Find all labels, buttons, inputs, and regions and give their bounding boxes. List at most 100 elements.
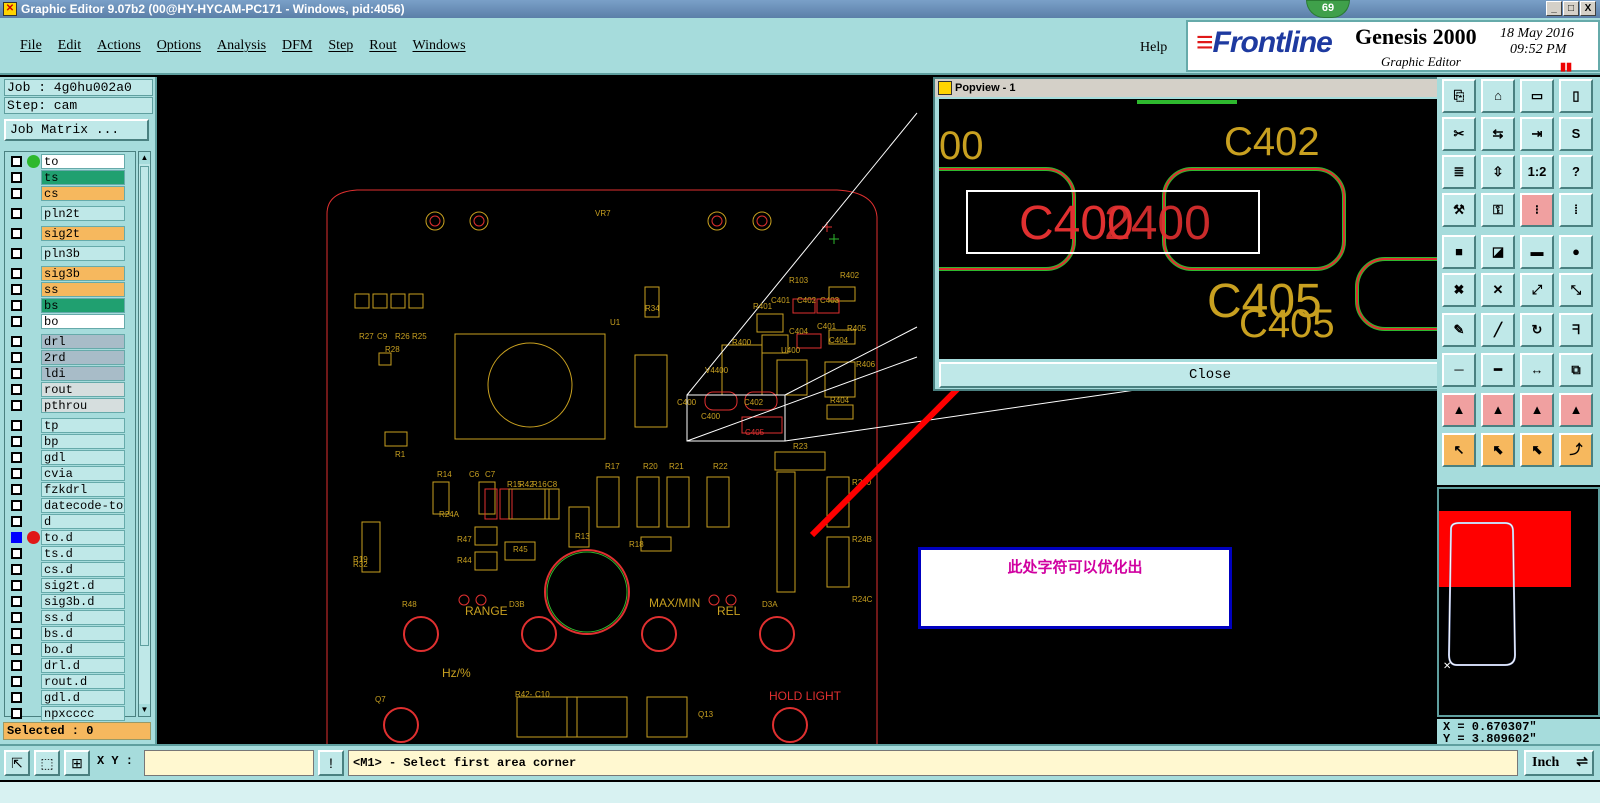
layer-name[interactable]: drl.d bbox=[41, 658, 125, 673]
layer-checkbox[interactable] bbox=[11, 692, 22, 703]
tool-tri2-icon[interactable]: ▲ bbox=[1481, 393, 1515, 427]
tool-measure-icon[interactable]: ⤢ bbox=[1520, 273, 1554, 307]
layer-checkbox[interactable] bbox=[11, 188, 22, 199]
layer-row[interactable]: ts.d bbox=[7, 546, 135, 561]
layer-name[interactable]: pln3b bbox=[41, 246, 125, 261]
tool-edit-icon[interactable]: ✎ bbox=[1442, 313, 1476, 347]
layer-checkbox[interactable] bbox=[11, 708, 22, 719]
layer-checkbox[interactable] bbox=[11, 548, 22, 559]
layer-row[interactable]: fzkdrl bbox=[7, 482, 135, 497]
tool-split-icon[interactable]: ⇳ bbox=[1481, 155, 1515, 189]
overview-map[interactable]: ✕ bbox=[1437, 487, 1600, 717]
menu-dfm[interactable]: DFM bbox=[274, 32, 320, 60]
tool-line-icon[interactable]: ─ bbox=[1442, 353, 1476, 387]
layer-name[interactable]: ts bbox=[41, 170, 125, 185]
layer-name[interactable]: npxcccc bbox=[41, 706, 125, 721]
layer-name[interactable]: fzkdrl bbox=[41, 482, 125, 497]
tool-scale-icon[interactable]: 1:2 bbox=[1520, 155, 1554, 189]
minimize-button[interactable]: _ bbox=[1546, 1, 1562, 16]
maximize-button[interactable]: □ bbox=[1563, 1, 1579, 16]
grid-icon[interactable]: ⊞ bbox=[64, 750, 90, 776]
tool-layers-icon[interactable]: ≣ bbox=[1442, 155, 1476, 189]
layer-row[interactable]: to bbox=[7, 154, 135, 169]
layer-name[interactable]: sig2t.d bbox=[41, 578, 125, 593]
alert-icon[interactable]: ! bbox=[318, 750, 344, 776]
tool-cut-icon[interactable]: ✂ bbox=[1442, 117, 1476, 151]
layer-name[interactable]: to bbox=[41, 154, 125, 169]
tool-ruler-icon[interactable]: ▬ bbox=[1520, 235, 1554, 269]
unit-selector[interactable]: Inch ⇌ bbox=[1524, 750, 1594, 776]
tool-select-area-icon[interactable]: ⬉ bbox=[1520, 433, 1554, 467]
layer-row[interactable]: sig2t.d bbox=[7, 578, 135, 593]
layer-checkbox[interactable] bbox=[11, 156, 22, 167]
layer-name[interactable]: rout.d bbox=[41, 674, 125, 689]
layer-checkbox[interactable] bbox=[11, 268, 22, 279]
layer-name[interactable]: sig2t bbox=[41, 226, 125, 241]
layer-row[interactable]: gdl bbox=[7, 450, 135, 465]
tool-frame-icon[interactable]: ▭ bbox=[1520, 79, 1554, 113]
layer-checkbox[interactable] bbox=[11, 284, 22, 295]
scroll-up-icon[interactable]: ▲ bbox=[139, 152, 150, 164]
layer-row[interactable]: tp bbox=[7, 418, 135, 433]
layer-row[interactable]: to.d bbox=[7, 530, 135, 545]
layer-checkbox[interactable] bbox=[11, 300, 22, 311]
layer-name[interactable]: cs.d bbox=[41, 562, 125, 577]
tool-route-icon[interactable]: ⤴ bbox=[1559, 433, 1593, 467]
layer-row[interactable]: cs bbox=[7, 186, 135, 201]
layer-name[interactable]: gdl bbox=[41, 450, 125, 465]
layer-name[interactable]: bp bbox=[41, 434, 125, 449]
layer-checkbox[interactable] bbox=[11, 500, 22, 511]
layer-row[interactable]: bs bbox=[7, 298, 135, 313]
layer-checkbox[interactable] bbox=[11, 660, 22, 671]
layer-name[interactable]: ts.d bbox=[41, 546, 125, 561]
layer-row[interactable]: cvia bbox=[7, 466, 135, 481]
layer-row[interactable]: ss bbox=[7, 282, 135, 297]
grid-snap-icon[interactable]: ⬚ bbox=[34, 750, 60, 776]
layer-checkbox[interactable] bbox=[11, 516, 22, 527]
tool-key-icon[interactable]: ⚿ bbox=[1481, 193, 1515, 227]
layer-row[interactable]: cs.d bbox=[7, 562, 135, 577]
layer-checkbox[interactable] bbox=[11, 352, 22, 363]
layer-name[interactable]: to.d bbox=[41, 530, 125, 545]
tool-pointer-icon[interactable]: ↖ bbox=[1442, 433, 1476, 467]
layer-row[interactable]: drl.d bbox=[7, 658, 135, 673]
layer-name[interactable]: sig3b bbox=[41, 266, 125, 281]
close-window-button[interactable]: X bbox=[1580, 1, 1596, 16]
layer-checkbox[interactable] bbox=[11, 644, 22, 655]
layer-row[interactable]: npxcccc bbox=[7, 706, 135, 721]
menu-rout[interactable]: Rout bbox=[361, 32, 404, 60]
layer-name[interactable]: 2rd bbox=[41, 350, 125, 365]
tool-tri3-icon[interactable]: ▲ bbox=[1520, 393, 1554, 427]
layer-row[interactable]: sig3b bbox=[7, 266, 135, 281]
layer-row[interactable]: pln2t bbox=[7, 206, 135, 221]
layer-name[interactable]: ss.d bbox=[41, 610, 125, 625]
layer-checkbox[interactable] bbox=[11, 612, 22, 623]
layer-scrollbar[interactable]: ▲ ▼ bbox=[138, 151, 151, 717]
layer-name[interactable]: ldi bbox=[41, 366, 125, 381]
layer-checkbox[interactable] bbox=[11, 468, 22, 479]
layer-row[interactable]: gdl.d bbox=[7, 690, 135, 705]
menu-options[interactable]: Options bbox=[149, 32, 209, 60]
layer-name[interactable]: datecode-to bbox=[41, 498, 125, 513]
layer-checkbox[interactable] bbox=[11, 208, 22, 219]
layer-checkbox[interactable] bbox=[11, 628, 22, 639]
tool-rotate-icon[interactable]: ↻ bbox=[1520, 313, 1554, 347]
layer-checkbox[interactable] bbox=[11, 400, 22, 411]
layer-row[interactable]: bo bbox=[7, 314, 135, 329]
tool-select-icon[interactable]: ⬉ bbox=[1481, 433, 1515, 467]
layer-name[interactable]: tp bbox=[41, 418, 125, 433]
tool-minus-icon[interactable]: ━ bbox=[1481, 353, 1515, 387]
layer-row[interactable]: ts bbox=[7, 170, 135, 185]
tool-group-icon[interactable]: ⧉ bbox=[1559, 353, 1593, 387]
layer-row[interactable]: bs.d bbox=[7, 626, 135, 641]
layer-row[interactable]: pln3b bbox=[7, 246, 135, 261]
layer-checkbox[interactable] bbox=[11, 532, 22, 543]
menu-edit[interactable]: Edit bbox=[50, 32, 89, 60]
scroll-down-icon[interactable]: ▼ bbox=[139, 704, 150, 716]
tool-traffic-icon[interactable]: ⁝ bbox=[1520, 193, 1554, 227]
layer-name[interactable]: rout bbox=[41, 382, 125, 397]
tool-snapbox-icon[interactable]: ◪ bbox=[1481, 235, 1515, 269]
tool-slash-icon[interactable]: ╱ bbox=[1481, 313, 1515, 347]
tool-tri1-icon[interactable]: ▲ bbox=[1442, 393, 1476, 427]
layer-row[interactable]: pthrou bbox=[7, 398, 135, 413]
